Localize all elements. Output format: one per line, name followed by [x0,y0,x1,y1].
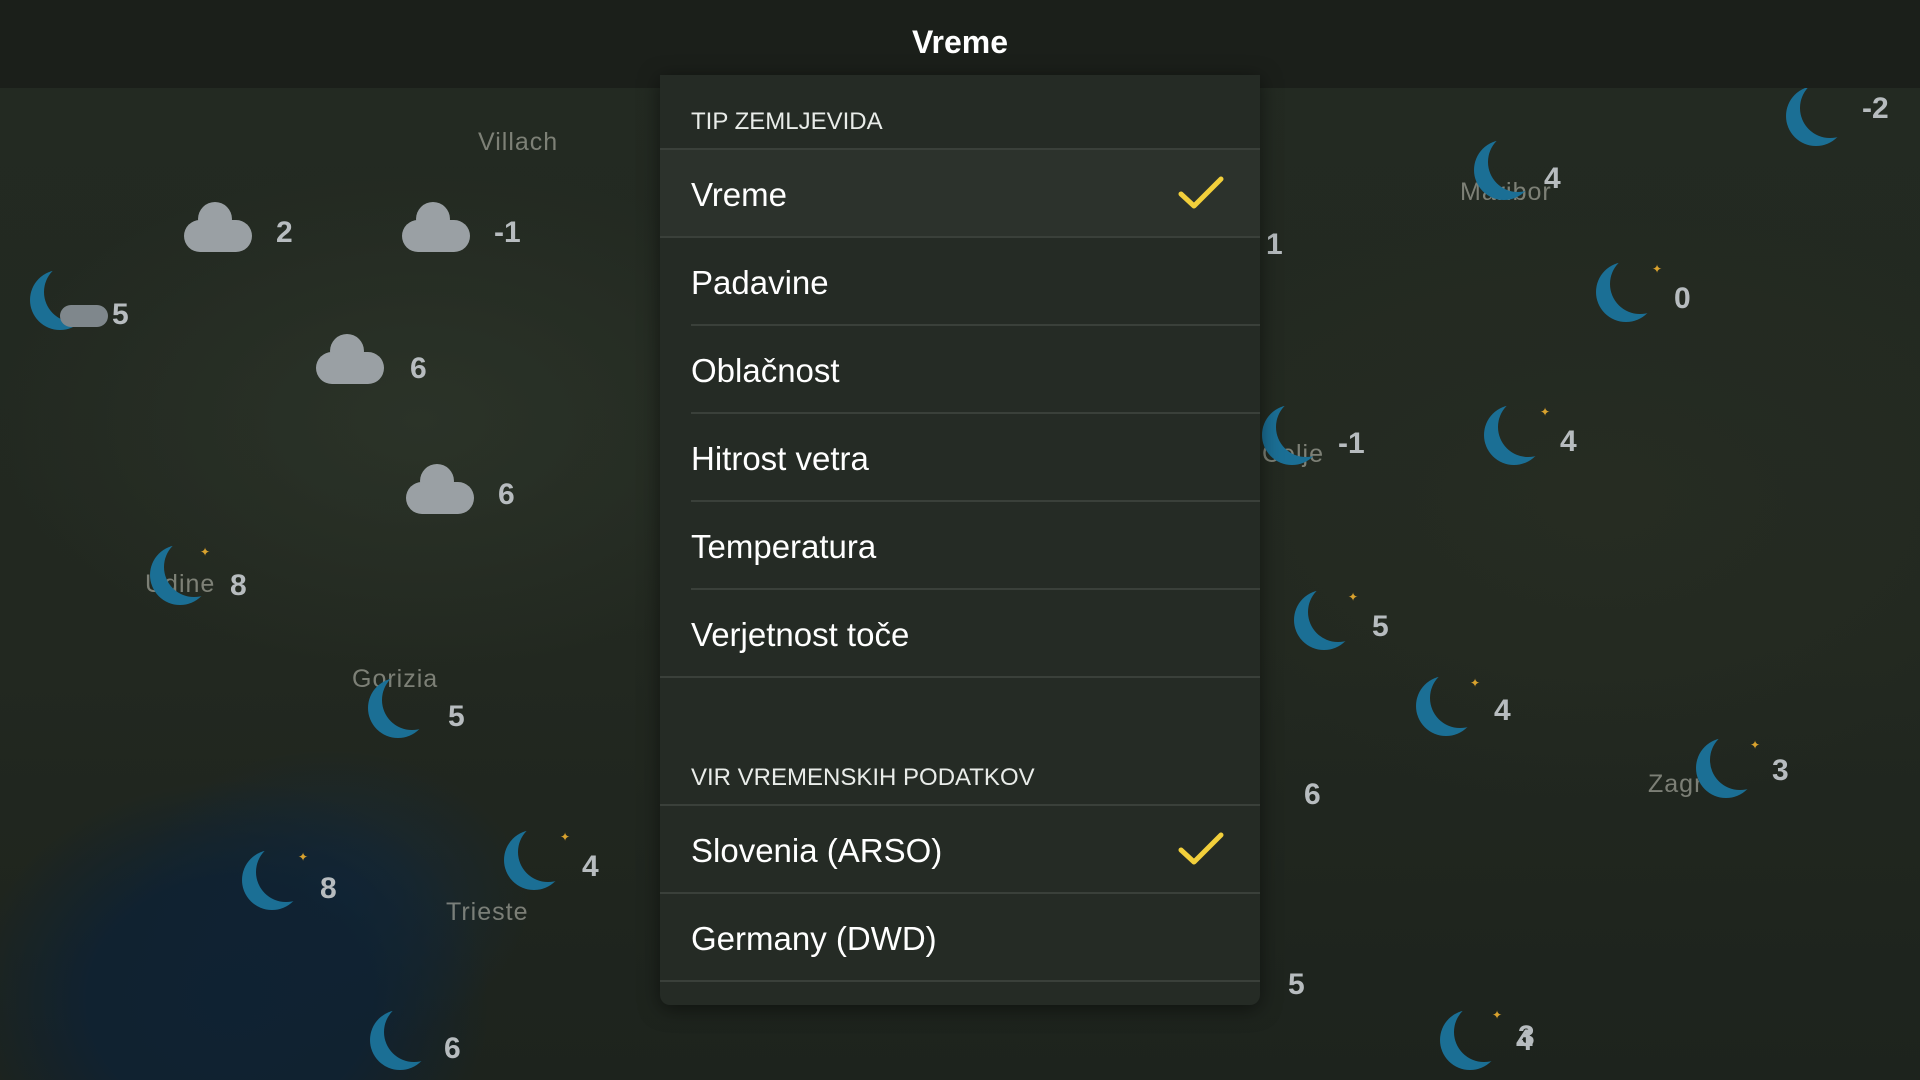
weather-marker[interactable]: 5 [30,270,129,340]
option-label: Vreme [691,176,787,213]
checkmark-icon [1178,832,1224,865]
cloud-icon [406,464,474,514]
moon-icon [368,678,428,738]
divider [660,980,1260,982]
moon-icon [1262,405,1322,465]
weather-marker[interactable]: 3 [1452,1020,1542,1080]
weather-marker[interactable]: ✦ 4 [1484,405,1577,475]
map-type-section-header: TIP ZEMLJEVIDA [691,108,883,135]
map-type-option-verjetnost-toce[interactable]: Verjetnost toče [660,590,1260,678]
map-type-option-padavine[interactable]: Padavine [660,238,1260,326]
moon-icon [242,850,302,910]
moon-icon [1474,140,1534,200]
data-source-option-arso[interactable]: Slovenia (ARSO) [660,806,1260,894]
weather-marker[interactable]: ✦ 0 [1596,262,1691,332]
city-label-villach: Villach [478,128,559,156]
weather-marker[interactable]: ✦ 4 [504,830,599,900]
option-label: Verjetnost toče [691,616,910,653]
moon-icon [1786,86,1846,146]
map-type-option-hitrost-vetra[interactable]: Hitrost vetra [660,414,1260,502]
weather-marker[interactable]: -1 [1262,405,1365,475]
weather-marker[interactable]: ✦ 8 [242,850,337,920]
weather-marker[interactable]: ✦ 5 [1294,590,1389,660]
data-source-option-dwd[interactable]: Germany (DWD) [660,894,1260,982]
map-type-option-oblacnost[interactable]: Oblačnost [660,326,1260,414]
option-label: Slovenia (ARSO) [691,832,943,869]
divider [660,676,1260,678]
weather-marker[interactable]: 6 [406,460,515,530]
checkmark-icon [1178,176,1224,209]
weather-marker[interactable]: ✦ 8 [150,545,247,615]
moon-icon [504,830,564,890]
weather-marker[interactable]: 4 [1474,140,1564,210]
option-label: Hitrost vetra [691,440,869,477]
map-type-option-vreme[interactable]: Vreme [660,150,1260,238]
moon-icon [1696,738,1756,798]
weather-marker[interactable]: 2 [184,190,293,260]
cloud-icon [184,202,252,252]
weather-marker[interactable]: ✦ 4 [1416,676,1511,746]
weather-marker[interactable]: -1 [402,190,521,260]
moon-icon [370,1010,430,1070]
weather-marker[interactable]: -2 [1786,86,1889,156]
page-title: Vreme [911,24,1009,60]
moon-icon [1416,676,1476,736]
weather-marker[interactable]: 6 [370,1010,461,1080]
city-label-trieste: Trieste [446,898,529,926]
cloud-icon [316,334,384,384]
moon-icon [1596,262,1656,322]
weather-marker[interactable]: ✦ 3 [1696,738,1789,808]
option-label: Padavine [691,264,829,301]
moon-icon [1484,405,1544,465]
cloud-icon [60,305,108,327]
option-label: Germany (DWD) [691,920,937,957]
cloud-icon [402,202,470,252]
weather-marker[interactable]: 6 [316,330,427,400]
map-options-panel: TIP ZEMLJEVIDA Vreme Padavine Oblačnost … [660,75,1260,1005]
weather-marker[interactable]: 5 [1254,960,1344,1030]
data-source-section-header: VIR VREMENSKIH PODATKOV [691,764,1035,791]
weather-marker[interactable]: 5 [368,678,465,748]
option-label: Oblačnost [691,352,840,389]
moon-icon [1294,590,1354,650]
map-type-option-temperatura[interactable]: Temperatura [660,502,1260,590]
weather-marker[interactable]: 6 [1270,770,1360,840]
option-label: Temperatura [691,528,877,565]
